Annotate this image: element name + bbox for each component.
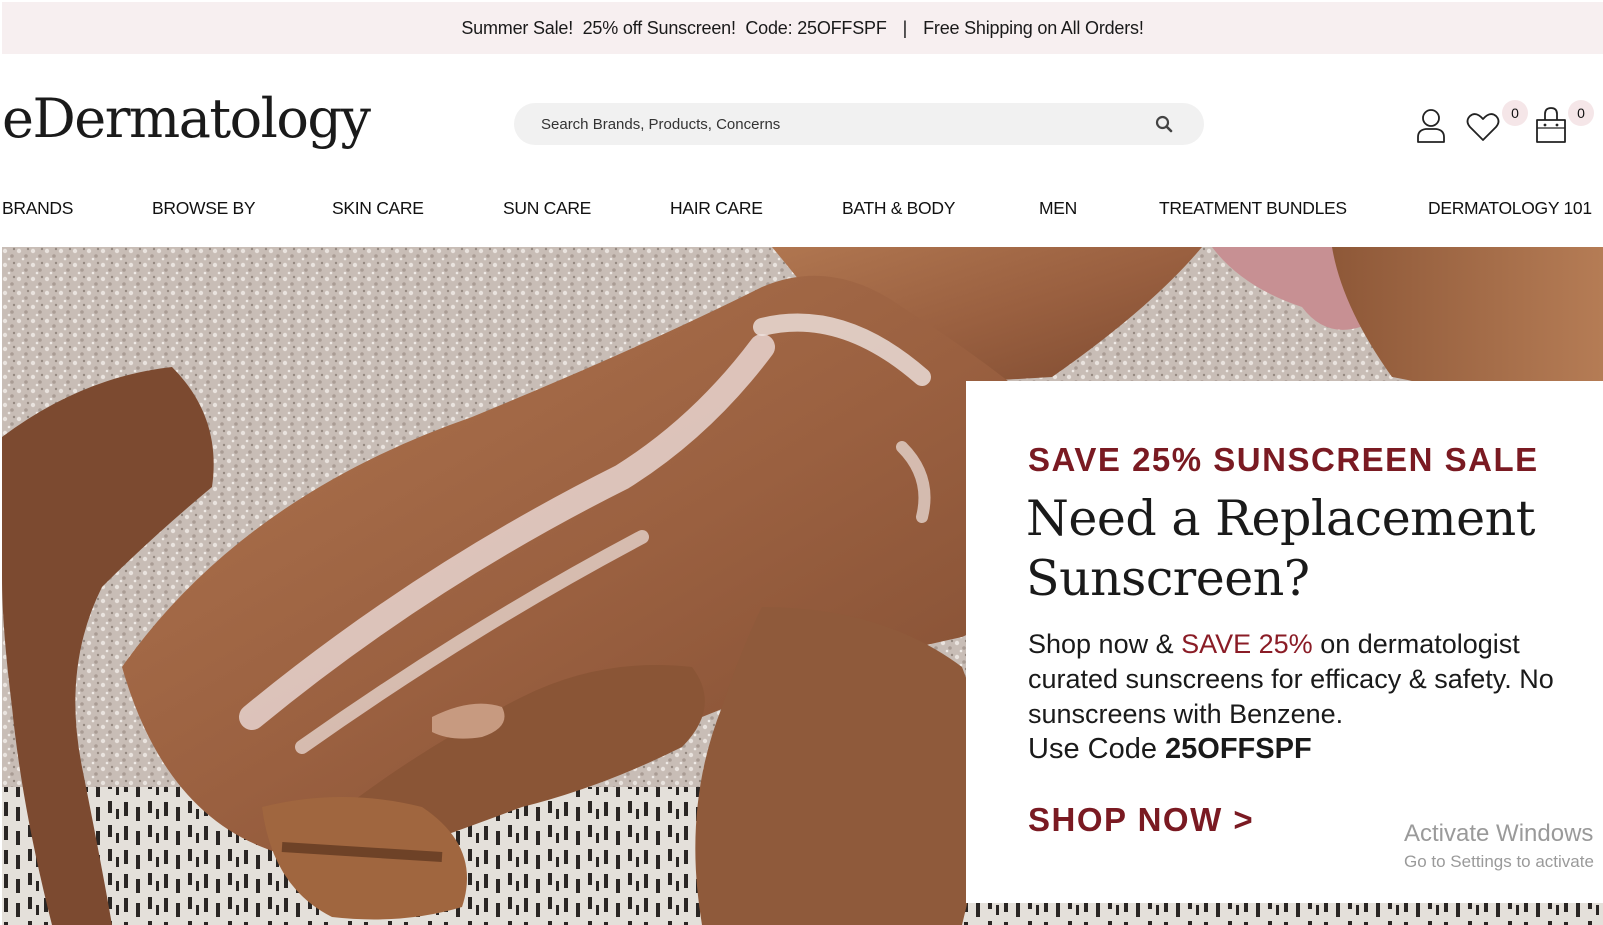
announcement-sale-text: Summer Sale! 25% off Sunscreen! Code: 25… [461, 17, 887, 38]
nav-item-brands[interactable]: BRANDS [2, 198, 73, 219]
nav-item-treatment-bundles[interactable]: TREATMENT BUNDLES [1159, 198, 1347, 219]
promo-eyebrow: SAVE 25% SUNSCREEN SALE [1028, 441, 1539, 478]
promo-code: 25OFFSPF [1165, 733, 1312, 765]
promo-body-accent: SAVE 25% [1181, 629, 1313, 659]
watermark-line-2: Go to Settings to activate [1404, 852, 1594, 871]
search-input[interactable] [539, 114, 1143, 134]
nav-item-skin-care[interactable]: SKIN CARE [332, 198, 424, 219]
announcement-shipping-text: Free Shipping on All Orders! [923, 17, 1144, 38]
nav-item-men[interactable]: MEN [1039, 198, 1077, 219]
nav-item-bath-body[interactable]: BATH & BODY [842, 198, 955, 219]
promo-headline: Need a Replacement Sunscreen? [1026, 490, 1535, 607]
site-logo[interactable]: eDermatology [2, 84, 371, 154]
promo-body-prefix: Shop now & [1028, 629, 1182, 659]
announcement-bar: Summer Sale! 25% off Sunscreen! Code: 25… [2, 2, 1603, 54]
wishlist-count-badge: 0 [1502, 100, 1528, 126]
nav-item-hair-care[interactable]: HAIR CARE [670, 198, 763, 219]
search-icon[interactable] [1154, 114, 1174, 134]
cart-count-badge: 0 [1568, 100, 1594, 126]
promo-code-prefix: Use Code [1028, 733, 1166, 765]
search-bar [514, 103, 1204, 145]
promo-code-line: Use Code 25OFFSPF [1028, 733, 1312, 766]
main-nav: BRANDS BROWSE BY SKIN CARE SUN CARE HAIR… [0, 198, 1603, 228]
shop-now-link[interactable]: SHOP NOW > [1028, 801, 1254, 839]
shopping-bag-icon[interactable] [1534, 106, 1568, 144]
nav-item-dermatology-101[interactable]: DERMATOLOGY 101 [1428, 198, 1592, 219]
nav-item-browse-by[interactable]: BROWSE BY [152, 198, 256, 219]
watermark-line-1: Activate Windows [1404, 820, 1594, 847]
activate-windows-watermark: Activate Windows Go to Settings to activ… [1404, 820, 1594, 872]
account-icon[interactable] [1414, 106, 1448, 144]
promo-body: Shop now & SAVE 25% on dermatologist cur… [1028, 627, 1588, 732]
announcement-separator: | [902, 17, 908, 38]
wishlist-heart-icon[interactable] [1466, 108, 1500, 146]
nav-item-sun-care[interactable]: SUN CARE [503, 198, 591, 219]
